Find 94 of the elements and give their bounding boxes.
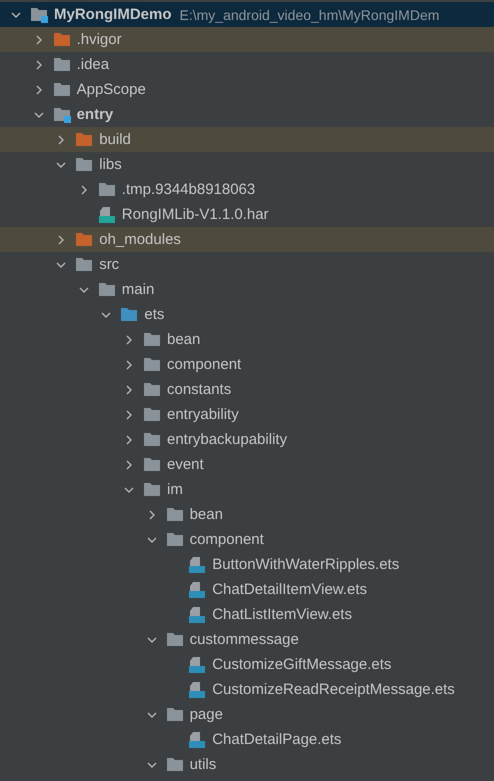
tree-row[interactable]: bean (0, 327, 494, 352)
har-file-icon (98, 206, 116, 224)
item-label: .tmp.9344b8918063 (122, 181, 256, 198)
tree-row[interactable]: component (0, 527, 494, 552)
tree-row[interactable]: ChatDetailItemView.ets (0, 577, 494, 602)
folder-icon (166, 756, 184, 772)
folder-icon (98, 182, 116, 198)
ets-file-icon (188, 680, 206, 698)
tree-row[interactable]: ButtonWithWaterRipples.ets (0, 552, 494, 577)
tree-row[interactable]: ets (0, 302, 494, 327)
tree-row[interactable]: RongIMLib-V1.1.0.har (0, 202, 494, 227)
folder-icon (75, 232, 94, 248)
item-label: page (190, 706, 223, 723)
item-label: bean (167, 331, 200, 348)
folder-icon (52, 56, 71, 72)
item-label: entryability (167, 406, 239, 423)
item-label: event (167, 456, 204, 473)
item-label: libs (99, 156, 122, 173)
tree-row[interactable]: oh_modules (0, 227, 494, 252)
tree-row[interactable]: entrybackupability (0, 427, 494, 452)
folder-icon (120, 306, 138, 322)
folder-icon (143, 456, 161, 472)
item-label: im (167, 481, 183, 498)
ets-file-icon (188, 730, 206, 748)
ets-file-icon (188, 606, 206, 624)
folder-icon (143, 482, 161, 498)
tree-row[interactable]: utils (0, 752, 494, 777)
tree-row[interactable]: event (0, 452, 494, 477)
tree-row[interactable]: .hvigor (0, 27, 494, 52)
item-label: main (122, 281, 154, 298)
item-label: ButtonWithWaterRipples.ets (212, 556, 400, 573)
tree-row[interactable]: main (0, 277, 494, 302)
tree-row[interactable]: constants (0, 377, 494, 402)
tree-row[interactable]: build (0, 127, 494, 152)
tree-row[interactable]: entryability (0, 402, 494, 427)
tree-row[interactable]: component (0, 352, 494, 377)
tree-row[interactable]: .tmp.9344b8918063 (0, 177, 494, 202)
item-label: .idea (76, 56, 110, 73)
tree-row[interactable]: src (0, 252, 494, 277)
tree-row[interactable]: ChatListItemView.ets (0, 602, 494, 627)
item-label: component (190, 531, 264, 548)
folder-icon (75, 156, 94, 172)
item-label: ChatListItemView.ets (212, 606, 352, 623)
folder-icon (143, 432, 161, 448)
ets-file-icon (188, 580, 206, 598)
folder-icon (52, 32, 71, 48)
folder-icon (52, 82, 71, 98)
item-label: CustomizeReadReceiptMessage.ets (212, 681, 455, 698)
folder-icon (75, 132, 94, 148)
item-label: .hvigor (76, 31, 122, 48)
item-label: component (167, 356, 242, 373)
item-label: constants (167, 381, 232, 398)
folder-icon (75, 256, 94, 272)
item-label: custommessage (190, 631, 299, 648)
item-label: src (99, 256, 120, 273)
item-label: build (99, 131, 131, 148)
folder-icon (143, 382, 161, 398)
folder-icon (166, 632, 184, 648)
tree-row[interactable]: custommessage (0, 627, 494, 652)
item-label: entrybackupability (167, 431, 288, 448)
item-label: utils (190, 756, 216, 773)
item-label: MyRongIMDemo (54, 6, 172, 23)
module-folder-icon (52, 106, 71, 122)
item-label: ChatDetailItemView.ets (212, 581, 367, 598)
item-label: CustomizeGiftMessage.ets (212, 656, 392, 673)
folder-icon (143, 406, 161, 422)
item-label: bean (190, 506, 223, 523)
tree-row[interactable]: libs (0, 152, 494, 177)
item-label: ets (144, 306, 164, 323)
folder-icon (143, 332, 161, 348)
folder-icon (166, 706, 184, 722)
tree-row[interactable]: .idea (0, 52, 494, 77)
folder-icon (166, 506, 184, 522)
tree-row[interactable]: CustomizeReadReceiptMessage.ets (0, 677, 494, 702)
project-path: E:\my_android_video_hm\MyRongIMDem (180, 6, 440, 22)
folder-icon (166, 532, 184, 548)
ets-file-icon (188, 556, 206, 574)
item-label: oh_modules (99, 231, 181, 248)
tree-row[interactable]: page (0, 702, 494, 727)
module-folder-icon (30, 6, 48, 22)
tree-row[interactable]: bean (0, 502, 494, 527)
tree-row[interactable]: AppScope (0, 77, 494, 102)
tree-row[interactable]: MyRongIMDemo E:\my_android_video_hm\MyRongIMDem (0, 2, 494, 27)
item-label: entry (76, 106, 114, 123)
tree-row[interactable]: ChatDetailPage.ets (0, 727, 494, 752)
item-label: RongIMLib-V1.1.0.har (122, 206, 269, 223)
ets-file-icon (188, 656, 206, 674)
item-label: AppScope (76, 81, 146, 98)
folder-icon (143, 356, 161, 372)
tree-row[interactable]: im (0, 477, 494, 502)
tree-row[interactable]: CustomizeGiftMessage.ets (0, 652, 494, 677)
tree-row[interactable]: entry (0, 102, 494, 127)
item-label: ChatDetailPage.ets (212, 731, 342, 748)
folder-icon (98, 282, 116, 298)
